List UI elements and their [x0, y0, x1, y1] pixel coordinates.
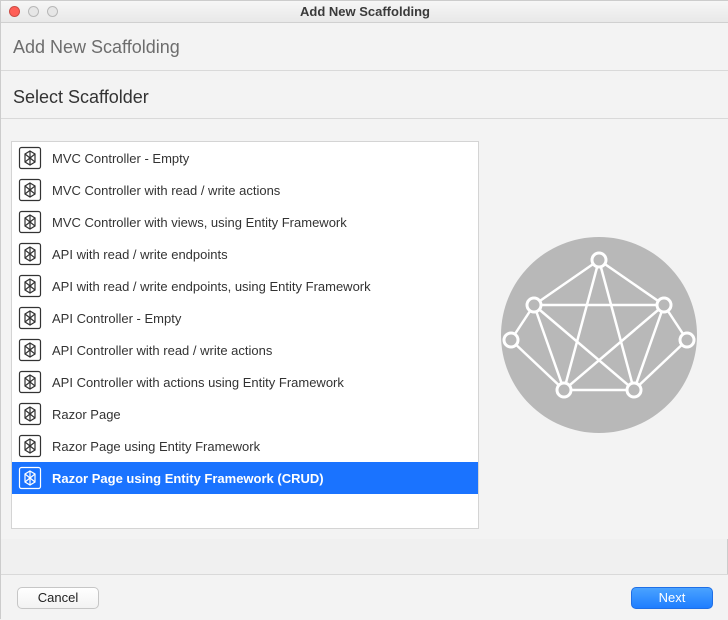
- list-item-label: API with read / write endpoints: [52, 247, 228, 262]
- dialog-window: Add New Scaffolding Add New Scaffolding …: [1, 1, 728, 620]
- scaffold-item-icon: [18, 242, 42, 266]
- list-item-label: MVC Controller with read / write actions: [52, 183, 280, 198]
- list-item-label: Razor Page: [52, 407, 121, 422]
- scaffold-item-icon: [18, 178, 42, 202]
- list-item[interactable]: Razor Page: [12, 398, 478, 430]
- scaffold-item-icon: [18, 210, 42, 234]
- scaffold-graph-icon: [499, 235, 699, 435]
- list-item[interactable]: MVC Controller with views, using Entity …: [12, 206, 478, 238]
- scaffold-item-icon: [18, 274, 42, 298]
- scaffold-item-icon: [18, 402, 42, 426]
- dialog-footer: Cancel Next: [1, 574, 728, 620]
- cancel-button[interactable]: Cancel: [17, 587, 99, 609]
- next-button[interactable]: Next: [631, 587, 713, 609]
- list-item[interactable]: API with read / write endpoints: [12, 238, 478, 270]
- titlebar: Add New Scaffolding: [1, 1, 728, 23]
- list-item[interactable]: MVC Controller with read / write actions: [12, 174, 478, 206]
- window-title: Add New Scaffolding: [1, 4, 728, 19]
- scaffold-item-icon: [18, 306, 42, 330]
- scaffold-item-icon: [18, 466, 42, 490]
- section-label: Select Scaffolder: [1, 71, 728, 118]
- list-item-label: MVC Controller with views, using Entity …: [52, 215, 347, 230]
- preview-pane: [479, 141, 719, 529]
- list-item-label: API with read / write endpoints, using E…: [52, 279, 371, 294]
- list-item[interactable]: API with read / write endpoints, using E…: [12, 270, 478, 302]
- list-item[interactable]: API Controller with actions using Entity…: [12, 366, 478, 398]
- list-item[interactable]: API Controller with read / write actions: [12, 334, 478, 366]
- scaffold-item-icon: [18, 338, 42, 362]
- list-item-label: MVC Controller - Empty: [52, 151, 189, 166]
- scaffold-item-icon: [18, 370, 42, 394]
- page-title: Add New Scaffolding: [1, 23, 728, 71]
- list-item[interactable]: Razor Page using Entity Framework: [12, 430, 478, 462]
- scaffolder-list[interactable]: MVC Controller - Empty MVC Controller wi…: [11, 141, 479, 529]
- list-item[interactable]: MVC Controller - Empty: [12, 142, 478, 174]
- list-item-label: API Controller - Empty: [52, 311, 181, 326]
- list-item-label: API Controller with read / write actions: [52, 343, 272, 358]
- scaffold-item-icon: [18, 146, 42, 170]
- list-item-label: Razor Page using Entity Framework (CRUD): [52, 471, 324, 486]
- scaffold-item-icon: [18, 434, 42, 458]
- list-item[interactable]: Razor Page using Entity Framework (CRUD): [12, 462, 478, 494]
- list-item[interactable]: API Controller - Empty: [12, 302, 478, 334]
- list-item-label: Razor Page using Entity Framework: [52, 439, 260, 454]
- content-area: MVC Controller - Empty MVC Controller wi…: [1, 119, 728, 539]
- list-item-label: API Controller with actions using Entity…: [52, 375, 344, 390]
